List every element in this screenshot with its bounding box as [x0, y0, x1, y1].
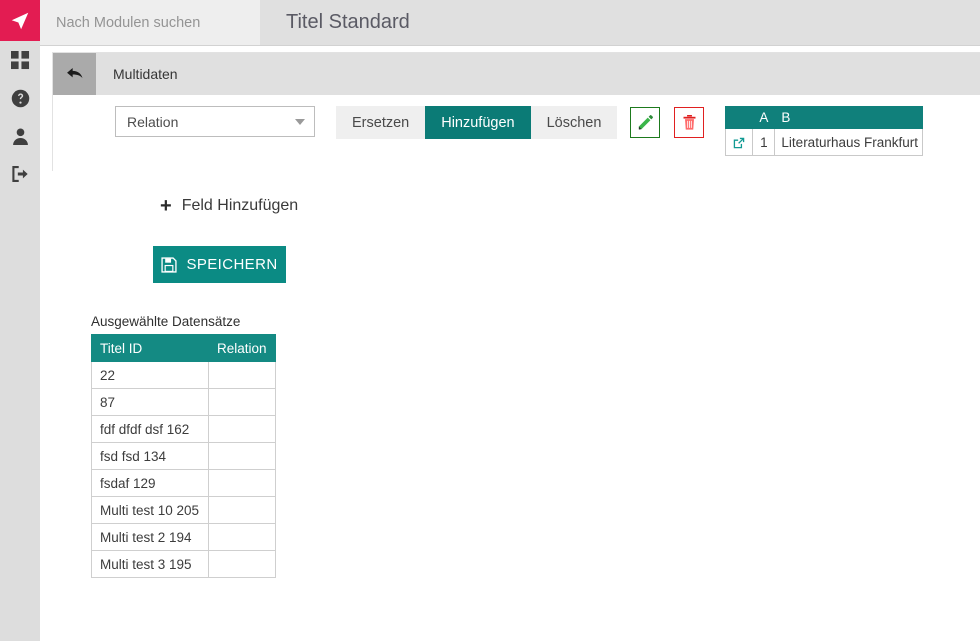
table-row[interactable]: 87 — [91, 388, 276, 416]
multidata-panel: Multidaten Relation Ersetzen Hinzufügen … — [52, 52, 980, 171]
main-column: Titel Standard Multidaten — [40, 0, 980, 641]
grid-dashboard-icon — [10, 50, 30, 70]
add-field-button[interactable]: + Feld Hinzufügen — [160, 196, 298, 216]
cell-titel-id: fdf dfdf dsf 162 — [91, 415, 209, 443]
trash-icon — [682, 114, 697, 131]
mini-sheet-row: 1 Literaturhaus Frankfurt — [725, 128, 924, 156]
cell-relation — [208, 442, 276, 470]
table-row[interactable]: fdf dfdf dsf 162 — [91, 415, 276, 443]
plus-icon: + — [160, 195, 172, 217]
mini-spreadsheet: A B 1 Literaturhaus Frankfurt — [725, 106, 924, 156]
content-area: Multidaten Relation Ersetzen Hinzufügen … — [40, 46, 980, 641]
logout-icon — [10, 164, 30, 184]
save-button-label: SPEICHERN — [186, 256, 278, 273]
app-root: Titel Standard Multidaten — [0, 0, 980, 641]
mini-sheet-header-row: A B — [725, 106, 924, 129]
mini-sheet-cell-b[interactable]: Literaturhaus Frankfurt — [774, 128, 924, 156]
sidebar-item-logout[interactable] — [0, 155, 40, 193]
open-record-button[interactable] — [725, 128, 754, 156]
table-row[interactable]: Multi test 3 195 — [91, 550, 276, 578]
records-header-row: Titel ID Relation — [91, 334, 276, 362]
cell-relation — [208, 415, 276, 443]
cell-titel-id: Multi test 10 205 — [91, 496, 209, 524]
mini-sheet-row-number: 1 — [752, 128, 776, 156]
mini-sheet-col-b: B — [774, 106, 924, 129]
cell-relation — [208, 523, 276, 551]
cell-relation — [208, 361, 276, 389]
mode-button-loeschen[interactable]: Löschen — [530, 106, 618, 139]
mini-sheet-col-a: A — [752, 106, 776, 129]
table-row[interactable]: 22 — [91, 361, 276, 389]
help-circle-icon — [11, 89, 30, 108]
sidebar-item-dashboard[interactable] — [0, 41, 40, 79]
module-search[interactable] — [40, 0, 260, 45]
cell-titel-id: Multi test 3 195 — [91, 550, 209, 578]
back-arrow-icon — [65, 65, 85, 83]
mode-button-group: Ersetzen Hinzufügen Löschen — [336, 106, 618, 139]
panel-title: Multidaten — [113, 66, 178, 82]
cell-titel-id: 87 — [91, 388, 209, 416]
sidebar-item-help[interactable] — [0, 79, 40, 117]
table-row[interactable]: Multi test 2 194 — [91, 523, 276, 551]
search-input[interactable] — [56, 14, 260, 31]
cell-titel-id: fsdaf 129 — [91, 469, 209, 497]
user-icon — [11, 127, 30, 146]
mode-button-hinzufuegen[interactable]: Hinzufügen — [425, 106, 531, 139]
mode-button-ersetzen[interactable]: Ersetzen — [336, 106, 426, 139]
records-header-titel-id: Titel ID — [91, 334, 209, 362]
cell-relation — [208, 469, 276, 497]
page-title-bar: Titel Standard — [260, 0, 980, 45]
page-title: Titel Standard — [286, 11, 410, 33]
add-field-label: Feld Hinzufügen — [181, 197, 299, 214]
back-button[interactable] — [53, 53, 96, 95]
pencil-icon — [637, 114, 654, 131]
relation-select-value: Relation — [127, 113, 179, 130]
mini-sheet-corner — [725, 106, 754, 129]
edit-button[interactable] — [630, 107, 661, 138]
delete-button[interactable] — [674, 107, 705, 138]
table-row[interactable]: fsdaf 129 — [91, 469, 276, 497]
records-header-relation: Relation — [208, 334, 276, 362]
records-caption: Ausgewählte Datensätze — [91, 314, 241, 329]
floppy-save-icon — [161, 256, 178, 273]
cell-titel-id: 22 — [91, 361, 209, 389]
sidebar — [0, 0, 40, 641]
topbar: Titel Standard — [40, 0, 980, 46]
relation-select[interactable]: Relation — [115, 106, 315, 137]
selected-records-table: Titel ID Relation 22 87 fdf dfdf dsf 162 — [91, 334, 276, 578]
panel-header: Multidaten — [53, 53, 980, 95]
cell-relation — [208, 550, 276, 578]
table-row[interactable]: fsd fsd 134 — [91, 442, 276, 470]
navigation-arrow-icon — [9, 10, 31, 32]
cell-relation — [208, 496, 276, 524]
save-button[interactable]: SPEICHERN — [153, 246, 286, 283]
panel-body: Relation Ersetzen Hinzufügen Löschen A B… — [53, 95, 980, 171]
cell-titel-id: Multi test 2 194 — [91, 523, 209, 551]
app-logo[interactable] — [0, 0, 40, 41]
cell-titel-id: fsd fsd 134 — [91, 442, 209, 470]
table-row[interactable]: Multi test 10 205 — [91, 496, 276, 524]
chevron-down-icon — [295, 118, 305, 125]
sidebar-item-user[interactable] — [0, 117, 40, 155]
records-body: 22 87 fdf dfdf dsf 162 fsd fsd 134 fsdaf… — [91, 361, 276, 578]
cell-relation — [208, 388, 276, 416]
external-link-icon — [732, 134, 746, 149]
